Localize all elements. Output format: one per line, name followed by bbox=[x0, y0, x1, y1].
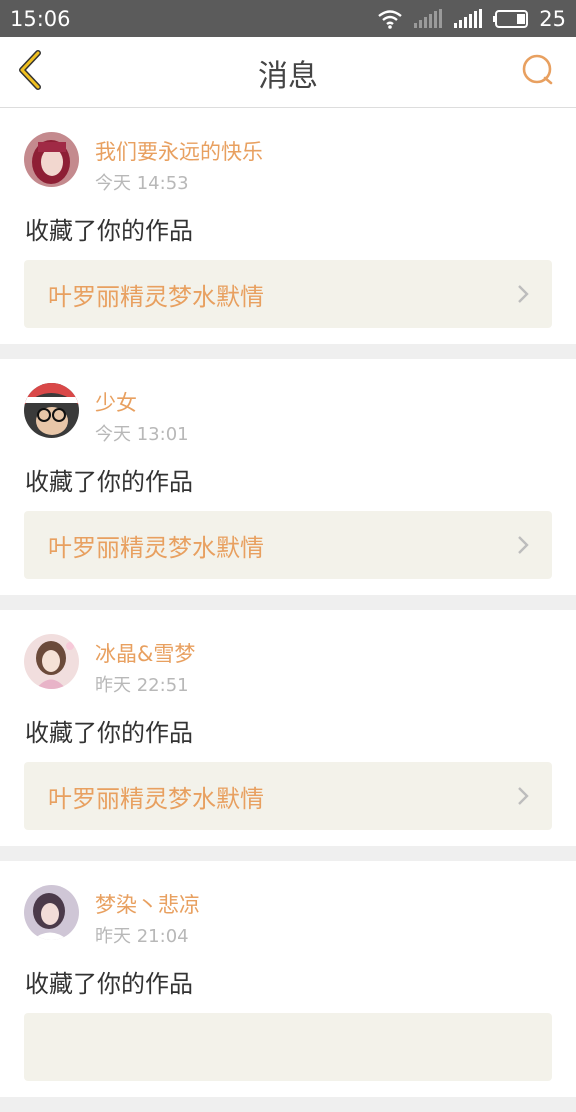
message-card: 冰晶&雪梦 昨天 22:51 收藏了你的作品 叶罗丽精灵梦水默情 bbox=[0, 610, 576, 846]
work-link[interactable] bbox=[24, 1013, 552, 1081]
message-list: 我们要永远的快乐 今天 14:53 收藏了你的作品 叶罗丽精灵梦水默情 少女 今… bbox=[0, 108, 576, 1112]
chevron-right-icon bbox=[516, 784, 530, 812]
nav-bar: 消息 bbox=[0, 37, 576, 108]
timestamp: 昨天 22:51 bbox=[95, 675, 189, 696]
status-bar: 15:06 25 bbox=[0, 0, 576, 37]
search-button[interactable] bbox=[518, 52, 558, 92]
action-text: 收藏了你的作品 bbox=[25, 719, 193, 747]
timestamp: 今天 14:53 bbox=[95, 173, 189, 194]
timestamp: 今天 13:01 bbox=[95, 424, 189, 445]
username[interactable]: 我们要永远的快乐 bbox=[95, 136, 263, 166]
work-title: 叶罗丽精灵梦水默情 bbox=[48, 282, 264, 311]
work-link[interactable]: 叶罗丽精灵梦水默情 bbox=[24, 260, 552, 328]
battery-level: 25 bbox=[539, 6, 566, 31]
back-button[interactable] bbox=[10, 50, 50, 94]
avatar[interactable] bbox=[24, 634, 79, 689]
chevron-right-icon bbox=[516, 533, 530, 561]
avatar[interactable] bbox=[24, 132, 79, 187]
avatar[interactable] bbox=[24, 885, 79, 940]
action-text: 收藏了你的作品 bbox=[25, 468, 193, 496]
signal-sim1-icon bbox=[413, 8, 443, 29]
username[interactable]: 少女 bbox=[95, 387, 137, 417]
username[interactable]: 梦染丶悲凉 bbox=[95, 889, 200, 919]
chevron-left-icon bbox=[16, 50, 44, 94]
avatar[interactable] bbox=[24, 383, 79, 438]
status-time: 15:06 bbox=[10, 6, 71, 31]
work-link[interactable]: 叶罗丽精灵梦水默情 bbox=[24, 511, 552, 579]
status-icons: 25 bbox=[377, 7, 566, 31]
timestamp: 昨天 21:04 bbox=[95, 926, 189, 947]
message-card: 梦染丶悲凉 昨天 21:04 收藏了你的作品 bbox=[0, 861, 576, 1097]
action-text: 收藏了你的作品 bbox=[25, 217, 193, 245]
work-title: 叶罗丽精灵梦水默情 bbox=[48, 784, 264, 813]
message-card: 我们要永远的快乐 今天 14:53 收藏了你的作品 叶罗丽精灵梦水默情 bbox=[0, 108, 576, 344]
message-card: 少女 今天 13:01 收藏了你的作品 叶罗丽精灵梦水默情 bbox=[0, 359, 576, 595]
page-title: 消息 bbox=[258, 58, 318, 94]
battery-icon bbox=[493, 9, 529, 29]
work-title: 叶罗丽精灵梦水默情 bbox=[48, 533, 264, 562]
search-icon bbox=[521, 53, 555, 91]
signal-sim2-icon bbox=[453, 8, 483, 29]
action-text: 收藏了你的作品 bbox=[25, 970, 193, 998]
chevron-right-icon bbox=[516, 282, 530, 310]
wifi-icon bbox=[377, 9, 403, 29]
work-link[interactable]: 叶罗丽精灵梦水默情 bbox=[24, 762, 552, 830]
username[interactable]: 冰晶&雪梦 bbox=[95, 638, 195, 668]
